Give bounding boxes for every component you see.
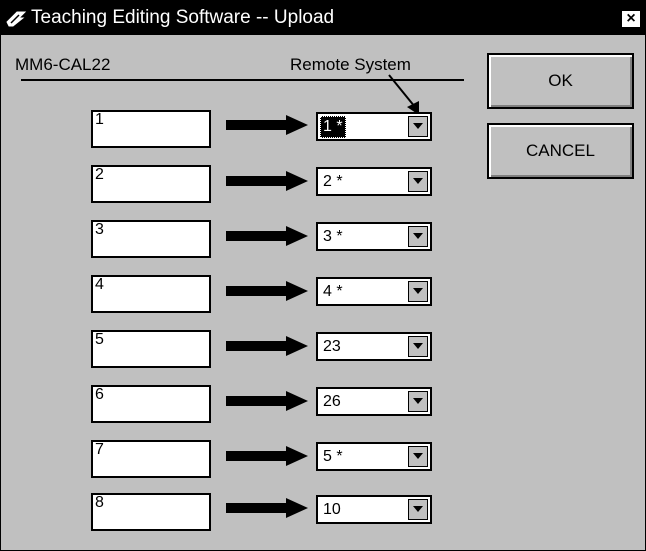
slot-number: 1 <box>95 111 104 128</box>
dropdown-button[interactable] <box>408 171 428 192</box>
chevron-down-icon <box>413 233 423 239</box>
chevron-down-icon <box>413 178 423 184</box>
slot-number: 8 <box>95 494 104 511</box>
local-slot-5[interactable]: 5 <box>91 330 211 368</box>
remote-pointer-arrow-icon <box>388 74 419 115</box>
slot-number: 6 <box>95 386 104 403</box>
local-slot-8[interactable]: 8 <box>91 493 211 531</box>
title-bar: Teaching Editing Software -- Upload × <box>1 1 645 35</box>
close-button[interactable]: × <box>621 10 641 28</box>
remote-select-6[interactable]: 26 <box>316 387 432 416</box>
dropdown-button[interactable] <box>408 446 428 467</box>
remote-select-value: 3 * <box>323 228 343 245</box>
slot-number: 3 <box>95 221 104 238</box>
remote-select-value: 4 * <box>323 283 343 300</box>
dropdown-button[interactable] <box>408 116 428 137</box>
transfer-arrow-icon <box>226 115 308 135</box>
local-slot-6[interactable]: 6 <box>91 385 211 423</box>
remote-select-value: 23 <box>323 338 341 355</box>
teaching-unit-label: MM6-CAL22 <box>15 55 111 74</box>
remote-select-value: 26 <box>323 393 341 410</box>
remote-select-value: 2 * <box>323 173 343 190</box>
remote-select-5[interactable]: 23 <box>316 332 432 361</box>
window-title: Teaching Editing Software -- Upload <box>31 7 335 28</box>
remote-select-value: 1 * <box>320 116 346 138</box>
chevron-down-icon <box>413 288 423 294</box>
local-slot-3[interactable]: 3 <box>91 220 211 258</box>
transfer-arrow-icon <box>226 336 308 356</box>
remote-select-3[interactable]: 3 * <box>316 222 432 251</box>
remote-select-1[interactable]: 1 * <box>316 112 432 141</box>
chevron-down-icon <box>413 123 423 129</box>
slot-number: 5 <box>95 331 104 348</box>
ok-button[interactable]: OK <box>487 53 634 109</box>
local-slot-1[interactable]: 1 <box>91 110 211 148</box>
transfer-arrow-icon <box>226 171 308 191</box>
dropdown-button[interactable] <box>408 391 428 412</box>
chevron-down-icon <box>413 506 423 512</box>
local-slot-7[interactable]: 7 <box>91 440 211 478</box>
upload-dialog: Teaching Editing Software -- Upload × MM… <box>0 0 646 551</box>
remote-select-value: 5 * <box>323 448 343 465</box>
dropdown-button[interactable] <box>408 499 428 520</box>
chevron-down-icon <box>413 343 423 349</box>
remote-select-7[interactable]: 5 * <box>316 442 432 471</box>
slot-number: 4 <box>95 276 104 293</box>
transfer-arrow-icon <box>226 446 308 466</box>
chevron-down-icon <box>413 453 423 459</box>
teaching-pendant-icon <box>6 11 27 27</box>
chevron-down-icon <box>413 398 423 404</box>
remote-select-2[interactable]: 2 * <box>316 167 432 196</box>
remote-select-4[interactable]: 4 * <box>316 277 432 306</box>
transfer-arrow-icon <box>226 226 308 246</box>
transfer-arrow-icon <box>226 391 308 411</box>
slot-number: 7 <box>95 441 104 458</box>
dropdown-button[interactable] <box>408 281 428 302</box>
slot-number: 2 <box>95 166 104 183</box>
remote-select-value: 10 <box>323 501 341 518</box>
cancel-button[interactable]: CANCEL <box>487 123 634 179</box>
local-slot-2[interactable]: 2 <box>91 165 211 203</box>
local-slot-4[interactable]: 4 <box>91 275 211 313</box>
dropdown-button[interactable] <box>408 336 428 357</box>
transfer-arrow-icon <box>226 281 308 301</box>
transfer-arrow-icon <box>226 498 308 518</box>
dropdown-button[interactable] <box>408 226 428 247</box>
remote-select-8[interactable]: 10 <box>316 495 432 524</box>
